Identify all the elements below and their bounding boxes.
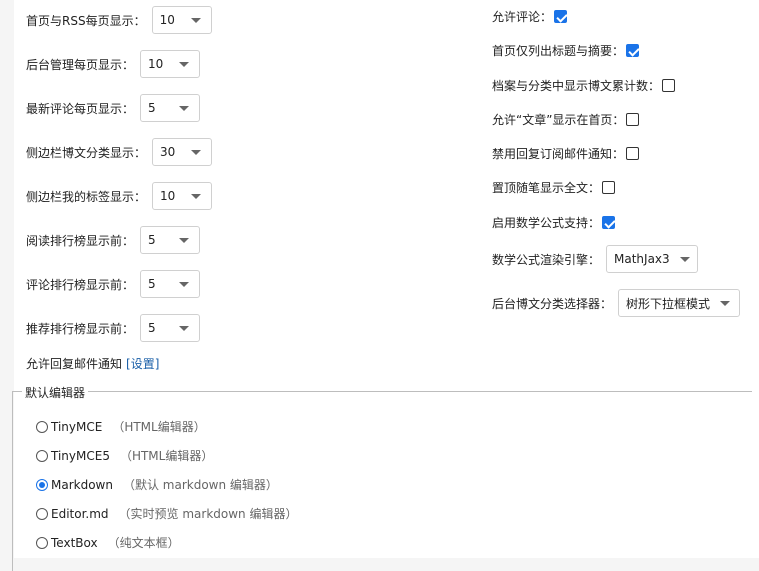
- setting-row-admin: 后台管理每页显示： 10: [26, 50, 201, 78]
- chevron-down-icon: [179, 61, 190, 67]
- editor-option-markdown[interactable]: Markdown （默认 markdown 编辑器）: [36, 476, 278, 493]
- setting-label: 阅读排行榜显示前：: [26, 233, 135, 248]
- reply-notify-label: 允许回复邮件通知: [26, 357, 123, 371]
- checkbox-row-disable-reply-email: 禁用回复订阅邮件通知：: [492, 145, 640, 162]
- select-value: 10: [148, 57, 164, 71]
- recent-comments-page-size-select[interactable]: 5: [140, 94, 201, 122]
- home-rss-page-size-select[interactable]: 10: [151, 6, 212, 34]
- default-editor-legend: 默认编辑器: [22, 384, 89, 401]
- chevron-down-icon: [191, 193, 202, 199]
- select-value: 5: [148, 277, 156, 291]
- setting-label: 数学公式渲染引擎：: [492, 252, 601, 267]
- checkbox-row-title-summary: 首页仅列出标题与摘要：: [492, 42, 640, 59]
- editormd-radio[interactable]: [36, 507, 48, 520]
- pinned-full-text-checkbox[interactable]: [602, 181, 616, 194]
- setting-row-category-selector: 后台博文分类选择器： 树形下拉框模式: [492, 289, 741, 317]
- chevron-down-icon: [179, 325, 190, 331]
- checkbox-row-math: 启用数学公式支持：: [492, 214, 616, 231]
- select-value: 5: [148, 233, 156, 247]
- disable-reply-email-checkbox[interactable]: [626, 147, 640, 160]
- setting-row-sidebar-categories: 侧边栏博文分类显示： 30: [26, 138, 213, 166]
- select-value: 10: [160, 189, 176, 203]
- editor-option-name: TinyMCE: [51, 419, 103, 434]
- editor-option-name: TinyMCE5: [51, 448, 110, 463]
- setting-row-comment-ranking: 评论排行榜显示前： 5: [26, 270, 201, 298]
- setting-row-math-engine: 数学公式渲染引擎： MathJax3: [492, 245, 699, 273]
- select-value: 树形下拉框模式: [626, 296, 711, 311]
- editor-option-desc: （HTML编辑器）: [112, 420, 206, 434]
- checkbox-label: 启用数学公式支持：: [492, 216, 601, 230]
- articles-on-home-checkbox[interactable]: [626, 113, 640, 126]
- setting-label: 最新评论每页显示：: [26, 101, 135, 116]
- tinymce-radio[interactable]: [36, 420, 48, 433]
- setting-label: 侧边栏我的标签显示：: [26, 189, 147, 204]
- recommend-ranking-count-select[interactable]: 5: [140, 314, 201, 342]
- checkbox-row-pinned-full: 置顶随笔显示全文：: [492, 179, 616, 196]
- editor-option-desc: （纯文本框）: [107, 536, 180, 550]
- select-value: 5: [148, 321, 156, 335]
- sidebar-categories-count-select[interactable]: 30: [152, 138, 213, 166]
- editor-option-editormd[interactable]: Editor.md （实时预览 markdown 编辑器）: [36, 505, 297, 522]
- editor-option-name: Markdown: [51, 477, 113, 492]
- setting-label: 首页与RSS每页显示：: [26, 13, 146, 28]
- editor-option-desc: （默认 markdown 编辑器）: [122, 478, 278, 492]
- editor-option-desc: （HTML编辑器）: [119, 449, 214, 463]
- select-value: 30: [160, 145, 176, 159]
- checkbox-row-archive-count: 档案与分类中显示博文累计数：: [492, 77, 676, 94]
- chevron-down-icon: [190, 17, 201, 23]
- checkbox-label: 档案与分类中显示博文累计数：: [492, 79, 661, 93]
- allow-comments-checkbox[interactable]: [554, 10, 568, 23]
- checkbox-label: 允许评论：: [492, 10, 553, 24]
- chevron-down-icon: [179, 237, 190, 243]
- editor-option-name: Editor.md: [51, 506, 109, 521]
- checkbox-label: 首页仅列出标题与摘要：: [492, 44, 625, 58]
- checkbox-label: 允许“文章”显示在首页：: [492, 113, 625, 127]
- editor-option-tinymce[interactable]: TinyMCE （HTML编辑器）: [36, 418, 206, 435]
- checkbox-label: 置顶随笔显示全文：: [492, 181, 601, 195]
- chevron-down-icon: [191, 149, 202, 155]
- tinymce5-radio[interactable]: [36, 449, 48, 462]
- checkbox-label: 禁用回复订阅邮件通知：: [492, 147, 625, 161]
- sidebar-tags-count-select[interactable]: 10: [152, 182, 213, 210]
- setting-row-sidebar-tags: 侧边栏我的标签显示： 10: [26, 182, 213, 210]
- chevron-down-icon: [720, 300, 731, 306]
- category-selector-select[interactable]: 树形下拉框模式: [618, 289, 741, 317]
- reply-notify-settings-link[interactable]: [设置]: [126, 355, 159, 372]
- editor-option-tinymce5[interactable]: TinyMCE5 （HTML编辑器）: [36, 447, 213, 464]
- editor-option-desc: （实时预览 markdown 编辑器）: [118, 507, 298, 521]
- checkbox-row-allow-comments: 允许评论：: [492, 8, 568, 25]
- setting-row-read-ranking: 阅读排行榜显示前： 5: [26, 226, 201, 254]
- setting-label: 推荐排行榜显示前：: [26, 321, 135, 336]
- math-engine-select[interactable]: MathJax3: [606, 245, 699, 273]
- editor-option-name: TextBox: [51, 535, 98, 550]
- setting-label: 后台博文分类选择器：: [492, 296, 613, 311]
- setting-label: 评论排行榜显示前：: [26, 277, 135, 292]
- textbox-radio[interactable]: [36, 536, 48, 549]
- setting-label: 后台管理每页显示：: [26, 57, 135, 72]
- setting-label: 侧边栏博文分类显示：: [26, 145, 147, 160]
- math-support-checkbox[interactable]: [602, 216, 616, 229]
- chevron-down-icon: [679, 256, 690, 262]
- checkbox-row-articles-home: 允许“文章”显示在首页：: [492, 111, 640, 128]
- comment-ranking-count-select[interactable]: 5: [140, 270, 201, 298]
- select-value: 10: [159, 13, 175, 27]
- archive-count-checkbox[interactable]: [662, 79, 676, 92]
- title-summary-only-checkbox[interactable]: [626, 44, 640, 57]
- setting-row-recent-comments: 最新评论每页显示： 5: [26, 94, 201, 122]
- admin-page-size-select[interactable]: 10: [140, 50, 201, 78]
- select-value: MathJax3: [614, 252, 670, 266]
- markdown-radio[interactable]: [36, 478, 48, 491]
- chevron-down-icon: [179, 281, 190, 287]
- select-value: 5: [148, 101, 156, 115]
- chevron-down-icon: [179, 105, 190, 111]
- setting-row-recommend-ranking: 推荐排行榜显示前： 5: [26, 314, 201, 342]
- read-ranking-count-select[interactable]: 5: [140, 226, 201, 254]
- setting-row-home-rss: 首页与RSS每页显示： 10: [26, 6, 212, 34]
- reply-notify-row: 允许回复邮件通知 [设置]: [26, 355, 159, 372]
- editor-option-textbox[interactable]: TextBox （纯文本框）: [36, 534, 180, 551]
